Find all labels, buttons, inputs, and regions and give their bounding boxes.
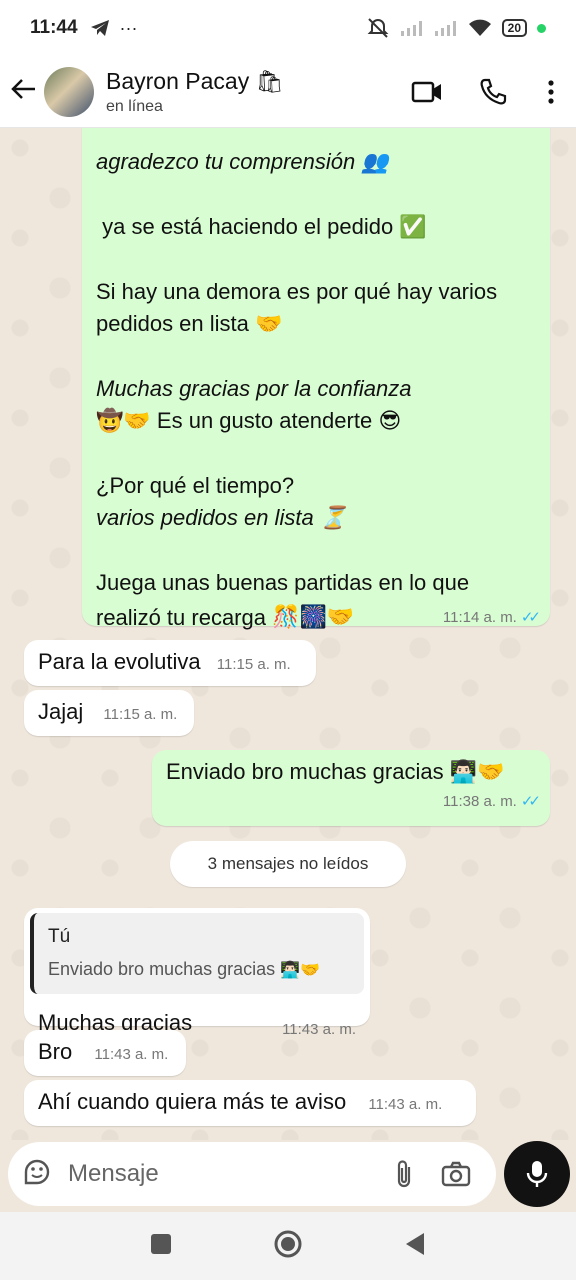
more-dots-icon: ···: [119, 17, 138, 38]
message-time: 11:15 a. m.: [216, 656, 291, 673]
message-text: Ahí cuando quiera más te aviso: [38, 1089, 347, 1114]
message-text: Jajaj: [38, 699, 84, 724]
wifi-icon: [468, 19, 491, 36]
message-text: Si hay una demora es por qué hay varios: [96, 279, 498, 304]
message-text: pedidos en lista: [96, 311, 249, 336]
chat-area[interactable]: agradezco tu comprensión 👥 ya se está ha…: [0, 128, 576, 1140]
recent-apps-icon: [151, 1233, 172, 1254]
message-text: Enviado bro muchas gracias: [166, 759, 444, 784]
more-options-button[interactable]: [526, 79, 576, 104]
privacy-dot-icon: [537, 23, 546, 33]
sunglasses-emoji: 😎: [378, 409, 402, 434]
quote-text: Enviado bro muchas gracias: [48, 959, 276, 979]
message-input[interactable]: [68, 1160, 378, 1188]
quote-emoji: 👨🏻‍💻🤝: [280, 960, 320, 979]
message-text: Muchas gracias por la confianza: [96, 376, 412, 401]
message-text: Para la evolutiva: [38, 649, 201, 674]
contact-info[interactable]: Bayron Pacay 🛍 en línea: [106, 68, 394, 116]
back-button[interactable]: [4, 78, 44, 105]
message-bubble-incoming[interactable]: Ahí cuando quiera más te aviso 11:43 a. …: [24, 1080, 476, 1126]
recent-apps-button[interactable]: [150, 1233, 172, 1260]
chat-header: Bayron Pacay 🛍 en línea: [0, 56, 576, 128]
message-text: ¿Por qué el tiempo?: [96, 473, 295, 498]
more-vert-icon: [548, 79, 554, 104]
quoted-message[interactable]: Tú Enviado bro muchas gracias 👨🏻‍💻🤝: [30, 913, 364, 994]
signal-icon: [434, 21, 456, 36]
read-ticks-icon: ✓✓: [520, 793, 541, 810]
sticker-icon: [24, 1159, 50, 1184]
status-bar: 11:44 ··· 20: [0, 0, 576, 56]
message-bubble-incoming[interactable]: Jajaj 11:15 a. m.: [24, 690, 194, 736]
read-ticks-icon: ✓✓: [520, 609, 541, 626]
attach-button[interactable]: [378, 1159, 430, 1189]
nav-back-button[interactable]: [404, 1232, 426, 1261]
message-text: agradezco tu comprensión: [96, 149, 356, 174]
message-time: 11:14 a. m.: [442, 609, 517, 626]
attach-icon: [397, 1160, 411, 1188]
battery-icon: 20: [501, 19, 527, 37]
message-text: varios pedidos en lista: [96, 505, 314, 530]
technologist-handshake-emoji: 👨🏻‍💻🤝: [449, 760, 505, 785]
message-time: 11:43 a. m.: [94, 1046, 169, 1063]
mute-icon: [367, 18, 389, 38]
message-bubble-outgoing[interactable]: agradezco tu comprensión 👥 ya se está ha…: [82, 128, 550, 630]
system-nav-bar: [0, 1212, 576, 1280]
message-text: Bro: [38, 1039, 73, 1064]
message-text: Es un gusto atenderte: [156, 408, 373, 433]
message-text: ya se está haciendo el pedido: [102, 214, 394, 239]
telegram-icon: [90, 20, 109, 36]
back-icon: [405, 1232, 424, 1255]
cowboy-handshake-emoji: 🤠🤝: [96, 409, 151, 434]
quote-author: Tú: [48, 926, 71, 947]
contact-name: Bayron Pacay: [106, 67, 250, 94]
unread-messages-badge: 3 mensajes no leídos: [170, 841, 406, 887]
message-bubble-incoming[interactable]: Para la evolutiva 11:15 a. m.: [24, 640, 316, 686]
mic-icon: [526, 1161, 548, 1187]
sticker-button[interactable]: [22, 1157, 52, 1192]
message-bubble-incoming[interactable]: Tú Enviado bro muchas gracias 👨🏻‍💻🤝 Much…: [24, 908, 370, 1038]
signal-icon: [400, 21, 422, 36]
voice-call-button[interactable]: [460, 78, 526, 106]
message-time: 11:15 a. m.: [103, 706, 178, 723]
video-call-button[interactable]: [394, 81, 460, 103]
message-time: 11:43 a. m.: [282, 1021, 356, 1038]
avatar[interactable]: [44, 66, 94, 117]
message-text: Juega unas buenas partidas en lo que: [96, 570, 470, 595]
home-icon: [274, 1230, 302, 1257]
handshake-emoji: 🤝: [255, 312, 283, 337]
hourglass-emoji: ⏳: [319, 506, 348, 531]
shopping-bags-icon: 🛍: [255, 69, 284, 95]
check-mark-emoji: ✅: [399, 215, 427, 240]
status-time: 11:44: [30, 17, 78, 38]
home-button[interactable]: [273, 1229, 303, 1264]
message-bubble-incoming[interactable]: Bro 11:43 a. m.: [24, 1030, 186, 1076]
camera-icon: [441, 1161, 471, 1187]
people-emoji: 👥: [361, 150, 389, 175]
contact-status: en línea: [106, 97, 163, 115]
message-time: 11:43 a. m.: [368, 1096, 443, 1113]
celebration-emoji: 🎊🎆🤝: [272, 605, 355, 630]
message-composer: [8, 1142, 496, 1206]
camera-button[interactable]: [430, 1161, 482, 1187]
back-arrow-icon: [11, 79, 35, 99]
video-call-icon: [411, 81, 441, 102]
phone-icon: [480, 78, 507, 104]
voice-message-button[interactable]: [504, 1141, 570, 1207]
message-time: 11:38 a. m.: [442, 793, 517, 810]
message-text: realizó tu recarga: [96, 605, 266, 630]
message-bubble-outgoing[interactable]: Enviado bro muchas gracias 👨🏻‍💻🤝 11:38 a…: [152, 750, 550, 826]
